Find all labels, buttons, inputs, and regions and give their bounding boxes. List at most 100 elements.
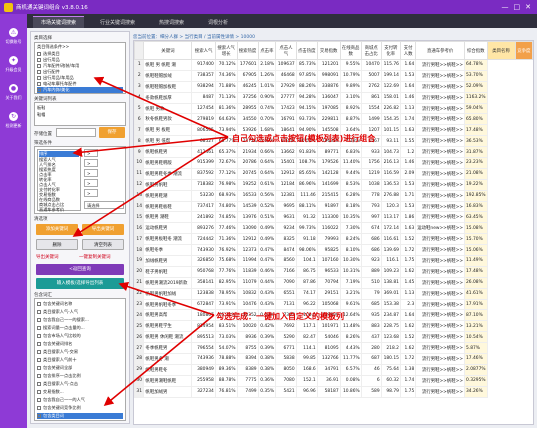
category-item-selected[interactable]: 汽车内饰/美化: [37, 87, 123, 93]
operator-select[interactable]: >: [84, 159, 98, 167]
close-icon[interactable]: ✕: [525, 3, 531, 11]
nav-switch-account[interactable]: ⚠ 切换账号: [2, 28, 25, 45]
delete-button[interactable]: 删除: [36, 239, 78, 250]
template-item[interactable]: 包含关键词排名: [37, 341, 72, 347]
operator-select[interactable]: >: [84, 189, 98, 197]
table-row[interactable]: 31 帆鞋加绒男 327234 76.81% 7499 0.35% 5421 96.96 581…: [134, 385, 533, 398]
column-header[interactable]: 综合指数: [464, 41, 488, 60]
column-header[interactable]: 类目名称: [486, 41, 516, 60]
table-row[interactable]: 6 秋冬帆鞋男款 279819 64.63% 34550 0.70% 16791 93.73%…: [134, 113, 533, 126]
table-row[interactable]: 3 帆鞋鞋帽加板鞋 938294 71.88% 46245 1.01% 27929 88.26…: [134, 80, 533, 93]
table-row[interactable]: 14 帆鞋男鞋板鞋 737417 74.80% 14539 0.52% 9695 88.11%…: [134, 200, 533, 213]
template-item[interactable]: 包含我自己一一的人气: [37, 397, 85, 403]
table-cell: 帆鞋男帆鞋: [143, 178, 193, 191]
table-row[interactable]: 26 帆鞋男 休闲鞋 潮流 895513 73.03% 8936 0.39% 5290 82.…: [134, 331, 533, 344]
tab-industry-keyword[interactable]: 行业关键词搜索: [92, 17, 143, 28]
template-item[interactable]: 包含排序一点击比例: [37, 373, 81, 379]
save-button[interactable]: 保存: [99, 127, 125, 138]
template-item[interactable]: 类目搜索人气前十: [37, 357, 77, 363]
column-header[interactable]: [134, 41, 145, 60]
table-cell: 12: [134, 178, 145, 191]
column-header[interactable]: 支付转化率: [380, 41, 401, 60]
table-cell: 136047: [316, 91, 341, 104]
template-item-selected[interactable]: 包含类目词: [37, 413, 123, 419]
export-keyword-link[interactable]: 导出关键词: [36, 254, 59, 260]
table-row[interactable]: 27 冬季帆鞋男 796554 54.07% 8755 0.39% 6771 114.1 810…: [134, 342, 533, 355]
nav-check-update[interactable]: ↻ 检测更新: [2, 112, 25, 129]
tab-hot-search[interactable]: 热搜词搜索: [151, 17, 192, 28]
table-row[interactable]: 22 帆鞋男帆鞋加绒 123838 78.95% 10832 0.43% 6551 74.17…: [134, 287, 533, 300]
table-row[interactable]: 23 帆鞋男帆鞋冬季 672847 73.91% 10476 0.43% 7131 96.22…: [134, 298, 533, 311]
table-row[interactable]: 11 帆鞋男鞋冬季 潮流 837592 77.12% 20745 0.64% 12912 85…: [134, 167, 533, 180]
column-header[interactable]: 竞争度: [514, 41, 533, 60]
table-cell: 63.45%: [464, 211, 488, 224]
nav-about[interactable]: ● 关于我们: [2, 84, 25, 101]
table-row[interactable]: 18 帆鞋冬季 743930 76.92% 12373 0.47% 8474 98.06% 95…: [134, 244, 533, 257]
table-row[interactable]: 16 运动帆鞋男 893276 77.46% 13090 0.49% 9234 99.73% 1…: [134, 222, 533, 235]
table-row[interactable]: 20 鞋子男帆鞋 950768 77.76% 11839 0.46% 7166 86.75 96…: [134, 265, 533, 278]
keyword-list[interactable]: 板鞋 鞋帽: [34, 102, 126, 126]
operator-select[interactable]: >: [84, 169, 98, 177]
operator-select[interactable]: >: [84, 179, 98, 187]
column-header[interactable]: 在线商品数: [339, 41, 362, 60]
column-header[interactable]: 搜索人气增长: [214, 41, 238, 60]
keyword-item[interactable]: 板鞋: [37, 105, 45, 111]
tab-root-analysis[interactable]: 词根分析: [200, 17, 236, 28]
table-row[interactable]: 12 帆鞋男帆鞋 718382 76.98% 19252 0.61% 12184 86.96%…: [134, 178, 533, 191]
template-item[interactable]: 包含关键词竞争比例: [37, 405, 81, 411]
column-header[interactable]: 交易指数: [316, 41, 341, 60]
table-row[interactable]: 9 帆鞋帆鞋男 412461 65.37% 21934 0.66% 13662 91.83% 8…: [134, 146, 533, 159]
column-header[interactable]: 点击人气: [275, 41, 297, 60]
template-item[interactable]: 搜索词量一点击量的...: [37, 325, 85, 331]
maximize-icon[interactable]: □: [514, 3, 521, 11]
table-row[interactable]: 5 帆鞋 男款 127454 81.36% 28955 0.74% 17423 94.15% 1…: [134, 102, 533, 115]
table-row[interactable]: 17 帆鞋男板鞋冬 潮流 724442 71.36% 12912 0.49% 8325 91.…: [134, 233, 533, 246]
table-row[interactable]: 29 帆鞋男鞋冬 380949 89.36% 8389 0.38% 8050 168.6 347…: [134, 363, 533, 376]
tab-market-keyword[interactable]: 市场关键词搜索: [33, 16, 85, 28]
template-item[interactable]: 类目搜索人气-人气: [37, 309, 78, 315]
filter-field-item[interactable]: 直通车参考价: [39, 207, 64, 213]
table-row[interactable]: 10 帆鞋男鞋韩版 915399 72.67% 20786 0.64% 15401 108.7…: [134, 157, 533, 169]
operator-select[interactable]: >: [84, 149, 98, 157]
table-row[interactable]: 1 帆鞋 男 帆鞋 潮 917400 70.12% 177601 2.18% 109637 8…: [134, 59, 533, 71]
minimize-icon[interactable]: —: [502, 3, 509, 11]
back-to-query-button[interactable]: <返回查询: [36, 264, 124, 275]
table-row[interactable]: 25 帆鞋男鞋学生 814954 83.51% 10020 0.42% 7692 117.1 1…: [134, 320, 533, 333]
column-header[interactable]: 点击热度: [295, 41, 318, 60]
template-item[interactable]: 类目搜索人气-点击: [37, 381, 78, 387]
table-cell: 流行男鞋>>帆鞋>>: [415, 309, 465, 322]
template-item[interactable]: 包含关键词全部: [37, 365, 72, 371]
export-template-button[interactable]: 输入模板/选择导出列表: [36, 278, 124, 289]
condition-select[interactable]: 请选择: [84, 201, 124, 209]
copy-keyword-link[interactable]: 一键复制关键词: [79, 254, 111, 260]
column-header[interactable]: 支付人数: [399, 41, 417, 60]
template-item[interactable]: 交易指数...: [37, 389, 64, 395]
export-keyword-button[interactable]: 导出关键词: [82, 224, 124, 235]
table-row[interactable]: 15 帆鞋男 潮鞋 241892 74.85% 13976 0.51% 9631 91.32 1…: [134, 211, 533, 224]
template-item[interactable]: 包含我自己一一的搜索...: [37, 317, 89, 323]
template-item[interactable]: 类目搜索人气-交易: [37, 349, 78, 355]
column-header[interactable]: 点击率: [257, 41, 277, 60]
table-row[interactable]: 4 冬款帆鞋加厚 8487 71.13% 37256 0.90% 27777 94.28% 13…: [134, 91, 533, 104]
table-row[interactable]: 13 帆鞋男鞋潮 53230 68.93% 16533 0.56% 12381 111.46 2…: [134, 189, 533, 202]
column-header[interactable]: 搜索热度: [236, 41, 259, 60]
add-keyword-button[interactable]: 添加关键词: [36, 224, 78, 235]
keyword-item[interactable]: 鞋帽: [37, 112, 45, 118]
column-header[interactable]: 关键词: [143, 41, 193, 60]
table-row[interactable]: 21 帆鞋男潮流2019新款 358141 82.95% 11079 0.44% 7090 8…: [134, 276, 533, 289]
column-header[interactable]: 商城点击占比: [360, 41, 382, 60]
table-row[interactable]: 2 帆鞋鞋帽加绒 738357 74.36% 67905 1.26% 46468 97.85%…: [134, 69, 533, 82]
column-header[interactable]: 直通车参考价: [415, 41, 465, 60]
column-header[interactable]: 搜索人气: [191, 41, 216, 60]
template-list[interactable]: 包含关键词名称 类目搜索人气-人气 包含我自己一一的搜索... 搜索词量一点击量…: [34, 298, 126, 421]
nav-upgrade[interactable]: ✦ 升级会员: [2, 56, 25, 73]
table-row[interactable]: 19 加绒帆鞋男 326850 75.68% 11994 0.47% 8560 104.1 10…: [134, 255, 533, 267]
filter-field-list[interactable]: 排序 搜索人气 人气排名 搜索热度 点击率 转化率 点击人气 支付转化率 交易指…: [37, 149, 81, 213]
table-row[interactable]: 28 帆鞋男冬 潮 743936 78.88% 8394 0.38% 5838 99.85 13…: [134, 353, 533, 365]
table-row[interactable]: 30 帆鞋男潮鞋帆鞋 255958 88.78% 7775 0.36% 7080 152.1 3…: [134, 374, 533, 387]
table-cell: 流行男鞋>>帆鞋>>: [415, 102, 465, 115]
template-item[interactable]: 包含市场人气比较的: [37, 333, 81, 339]
save-location-select[interactable]: [56, 128, 96, 137]
template-item[interactable]: 包含关键词名称: [37, 301, 72, 307]
clear-list-button[interactable]: 清空列表: [82, 239, 124, 250]
